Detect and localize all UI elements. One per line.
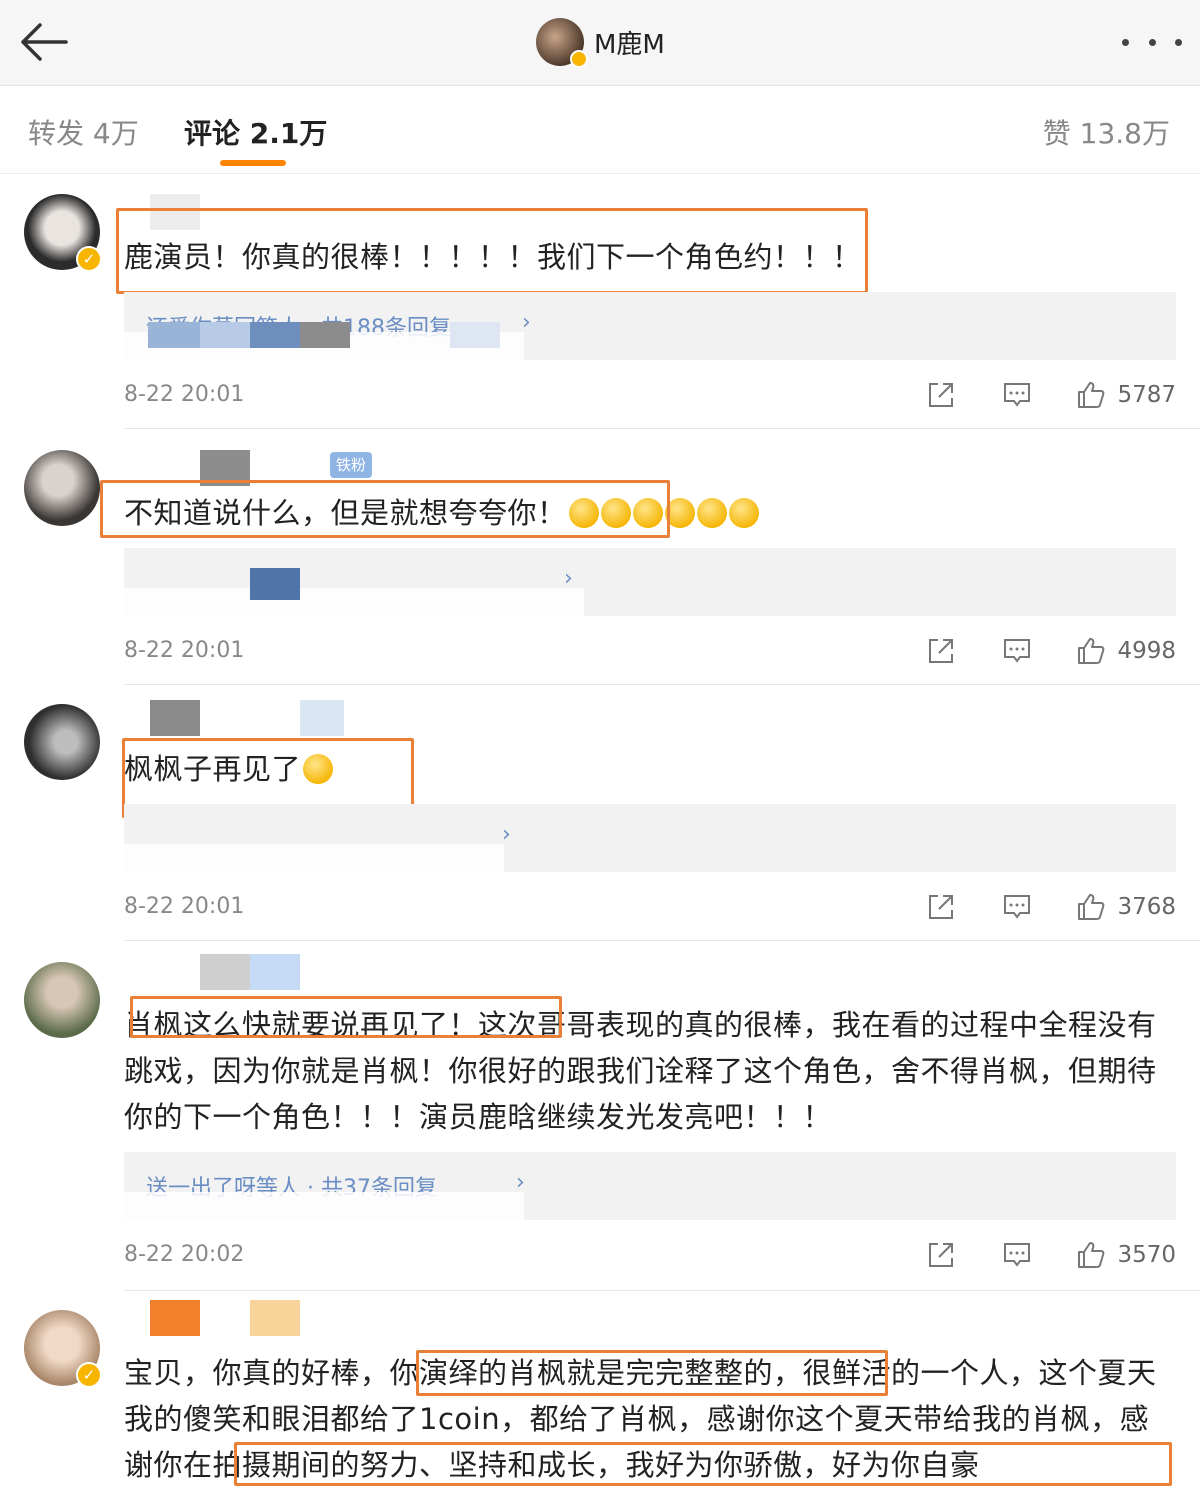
verified-badge-icon: ✓ — [76, 1362, 102, 1388]
tab-repost[interactable]: 转发 4万 — [28, 112, 139, 152]
comment-item: 枫枫子再见了 › 8-22 20:01 3768 — [0, 686, 1200, 942]
highlight-box — [100, 480, 670, 538]
share-icon[interactable] — [926, 636, 956, 666]
sad-emoji-icon — [728, 498, 759, 528]
username-blurred[interactable] — [300, 700, 344, 736]
avatar[interactable]: ✓ — [24, 194, 102, 272]
active-tab-indicator — [220, 160, 286, 166]
header-title[interactable]: M鹿M — [594, 24, 665, 61]
share-icon[interactable] — [926, 1240, 956, 1270]
chevron-right-icon: › — [516, 1170, 525, 1195]
tab-comments[interactable]: 评论 2.1万 — [184, 112, 327, 152]
username-blurred[interactable] — [150, 700, 200, 736]
tab-bar: 转发 4万 评论 2.1万 赞 13.8万 — [0, 86, 1200, 174]
comment-item: 肖枫这么快就要说再见了！这次哥哥表现的真的很棒，我在看的过程中全程没有跳戏，因为… — [0, 942, 1200, 1292]
comment-icon[interactable] — [1002, 1240, 1032, 1270]
thumbs-up-icon[interactable] — [1076, 636, 1106, 666]
sad-emoji-icon — [696, 498, 727, 528]
thumbs-up-icon[interactable] — [1076, 1240, 1106, 1270]
fan-badge: 铁粉 — [330, 452, 373, 478]
share-icon[interactable] — [926, 892, 956, 922]
replies-box[interactable]: 送一出了呀等人 · 共37条回复 › — [124, 1152, 1176, 1220]
more-dots-icon[interactable] — [1122, 30, 1182, 54]
arrow-left-icon[interactable] — [18, 20, 70, 64]
thumbs-up-icon[interactable] — [1076, 892, 1106, 922]
replies-box[interactable]: › — [124, 804, 1176, 872]
username-blurred[interactable] — [250, 1300, 300, 1336]
like-count: 3768 — [1117, 894, 1176, 920]
username-blurred[interactable] — [250, 954, 300, 990]
avatar[interactable]: ✓ — [24, 1310, 102, 1388]
highlight-box — [130, 996, 562, 1038]
avatar[interactable] — [24, 450, 100, 526]
comment-icon[interactable] — [1002, 636, 1032, 666]
comment-item: ✓ 鹿演员！你真的很棒！！！！！我们下一个角色约！！！ 还爱你莫回答人 · 共1… — [0, 174, 1200, 430]
comment-icon[interactable] — [1002, 380, 1032, 410]
timestamp: 8-22 20:01 — [124, 638, 245, 663]
timestamp: 8-22 20:01 — [124, 894, 245, 919]
replies-box[interactable]: › — [124, 548, 1176, 616]
avatar[interactable] — [24, 962, 100, 1038]
like-count: 5787 — [1117, 382, 1176, 408]
like-count: 3570 — [1117, 1242, 1176, 1268]
chevron-right-icon: › — [502, 822, 511, 847]
like-count: 4998 — [1117, 638, 1176, 664]
header-avatar[interactable] — [536, 18, 588, 68]
comment-meta: 8-22 20:02 3570 — [124, 1240, 1176, 1276]
username-blurred[interactable] — [150, 1300, 200, 1336]
highlight-box — [116, 208, 868, 294]
chevron-right-icon: › — [522, 310, 531, 335]
verified-badge-icon: ✓ — [76, 246, 102, 272]
replies-box[interactable]: 还爱你莫回答人 · 共188条回复 › — [124, 292, 1176, 360]
username-blurred[interactable] — [200, 954, 250, 990]
thumbs-up-icon[interactable] — [1076, 380, 1106, 410]
header-profile[interactable]: M鹿M — [536, 16, 665, 68]
top-bar: M鹿M — [0, 0, 1200, 86]
highlight-box — [234, 1442, 1172, 1486]
chevron-right-icon: › — [564, 566, 573, 591]
avatar[interactable] — [24, 704, 100, 780]
verified-badge-icon — [570, 50, 588, 68]
comment-icon[interactable] — [1002, 892, 1032, 922]
comment-item: ✓ 宝贝，你真的好棒，你演绎的肖枫就是完完整整的，很鲜活的一个人，这个夏天我的傻… — [0, 1292, 1200, 1489]
comment-meta: 8-22 20:01 3768 — [124, 892, 1176, 928]
timestamp: 8-22 20:02 — [124, 1242, 245, 1267]
comment-item: 铁粉 不知道说什么，但是就想夸夸你！ › 8-22 20:01 4998 — [0, 430, 1200, 686]
tab-likes[interactable]: 赞 13.8万 — [1043, 112, 1170, 152]
comment-meta: 8-22 20:01 5787 — [124, 380, 1176, 416]
comment-meta: 8-22 20:01 4998 — [124, 636, 1176, 672]
timestamp: 8-22 20:01 — [124, 382, 245, 407]
share-icon[interactable] — [926, 380, 956, 410]
highlight-box — [416, 1350, 888, 1396]
